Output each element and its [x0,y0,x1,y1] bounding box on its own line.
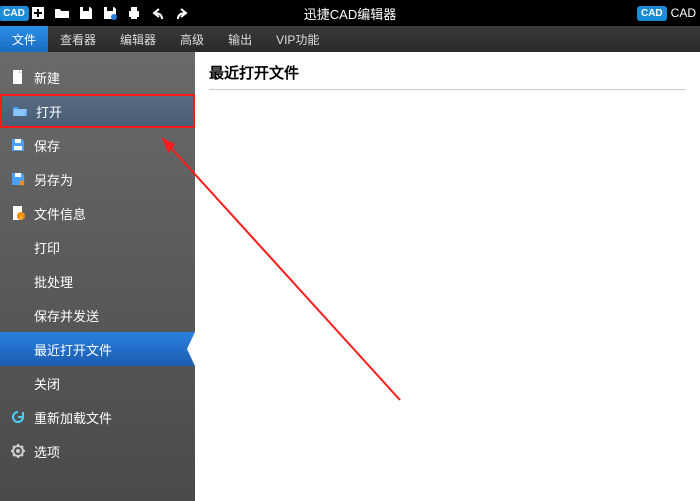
menu-viewer[interactable]: 查看器 [48,26,108,52]
sidebar-item-save-send[interactable]: 保存并发送 [0,298,195,332]
save-as-icon [10,171,26,187]
menu-viewer-label: 查看器 [60,31,96,48]
blank-icon [10,375,26,391]
sidebar-item-label: 打印 [34,238,60,257]
sidebar-item-label: 批处理 [34,272,73,291]
sidebar-item-label: 另存为 [34,170,73,189]
open-icon[interactable] [52,3,72,23]
print-icon[interactable] [124,3,144,23]
menu-vip[interactable]: VIP功能 [264,26,331,52]
content-heading: 最近打开文件 [209,62,686,90]
sidebar-item-label: 保存并发送 [34,306,99,325]
sidebar-item-save-as[interactable]: 另存为 [0,162,195,196]
sidebar-item-reload[interactable]: 重新加载文件 [0,400,195,434]
options-icon [10,443,26,459]
sidebar-item-options[interactable]: 选项 [0,434,195,468]
sidebar-item-recent[interactable]: 最近打开文件 [0,332,195,366]
cad-badge-icon: CAD [637,6,667,21]
menu-file-label: 文件 [12,31,36,48]
menu-editor-label: 编辑器 [120,31,156,48]
app-icon: CAD [4,3,24,23]
file-menu-sidebar: 新建 打开 保存 另存为 i 文件信息 打印 [0,52,195,501]
menu-advanced[interactable]: 高级 [168,26,216,52]
sidebar-item-close[interactable]: 关闭 [0,366,195,400]
sidebar-item-label: 文件信息 [34,204,86,223]
blank-icon [10,307,26,323]
menu-vip-label: VIP功能 [276,31,319,48]
new-icon[interactable] [28,3,48,23]
menu-editor[interactable]: 编辑器 [108,26,168,52]
sidebar-item-print[interactable]: 打印 [0,230,195,264]
sidebar-item-file-info[interactable]: i 文件信息 [0,196,195,230]
blank-icon [10,273,26,289]
window-title: 迅捷CAD编辑器 [304,4,396,23]
content-panel: 最近打开文件 [195,52,700,501]
sidebar-item-label: 关闭 [34,374,60,393]
menu-bar: 文件 查看器 编辑器 高级 输出 VIP功能 [0,26,700,52]
sidebar-item-label: 重新加载文件 [34,408,112,427]
save-as-icon[interactable] [100,3,120,23]
menu-output[interactable]: 输出 [216,26,264,52]
sidebar-item-label: 打开 [36,102,62,121]
title-bar: CAD 迅捷CAD编辑器 CAD CAD [0,0,700,26]
cad-right-label: CAD [671,6,696,20]
info-icon: i [10,205,26,221]
sidebar-item-save[interactable]: 保存 [0,128,195,162]
toolbar-quick-access: CAD [0,3,192,23]
sidebar-item-label: 新建 [34,68,60,87]
sidebar-item-label: 最近打开文件 [34,340,112,359]
menu-advanced-label: 高级 [180,31,204,48]
app-window: CAD 迅捷CAD编辑器 CAD CAD 文件 查看器 编辑器 高级 输出 VI… [0,0,700,501]
sidebar-item-new[interactable]: 新建 [0,60,195,94]
sidebar-item-batch[interactable]: 批处理 [0,264,195,298]
menu-file[interactable]: 文件 [0,26,48,52]
reload-icon [10,409,26,425]
undo-icon[interactable] [148,3,168,23]
sidebar-item-label: 选项 [34,442,60,461]
redo-icon[interactable] [172,3,192,23]
new-file-icon [10,69,26,85]
svg-text:i: i [20,215,21,221]
title-bar-right: CAD CAD [637,6,696,21]
sidebar-item-open[interactable]: 打开 [0,94,195,128]
blank-icon [10,239,26,255]
save-icon [10,137,26,153]
open-folder-icon [12,103,28,119]
body: 新建 打开 保存 另存为 i 文件信息 打印 [0,52,700,501]
save-icon[interactable] [76,3,96,23]
menu-output-label: 输出 [228,31,252,48]
blank-icon [10,341,26,357]
sidebar-item-label: 保存 [34,136,60,155]
